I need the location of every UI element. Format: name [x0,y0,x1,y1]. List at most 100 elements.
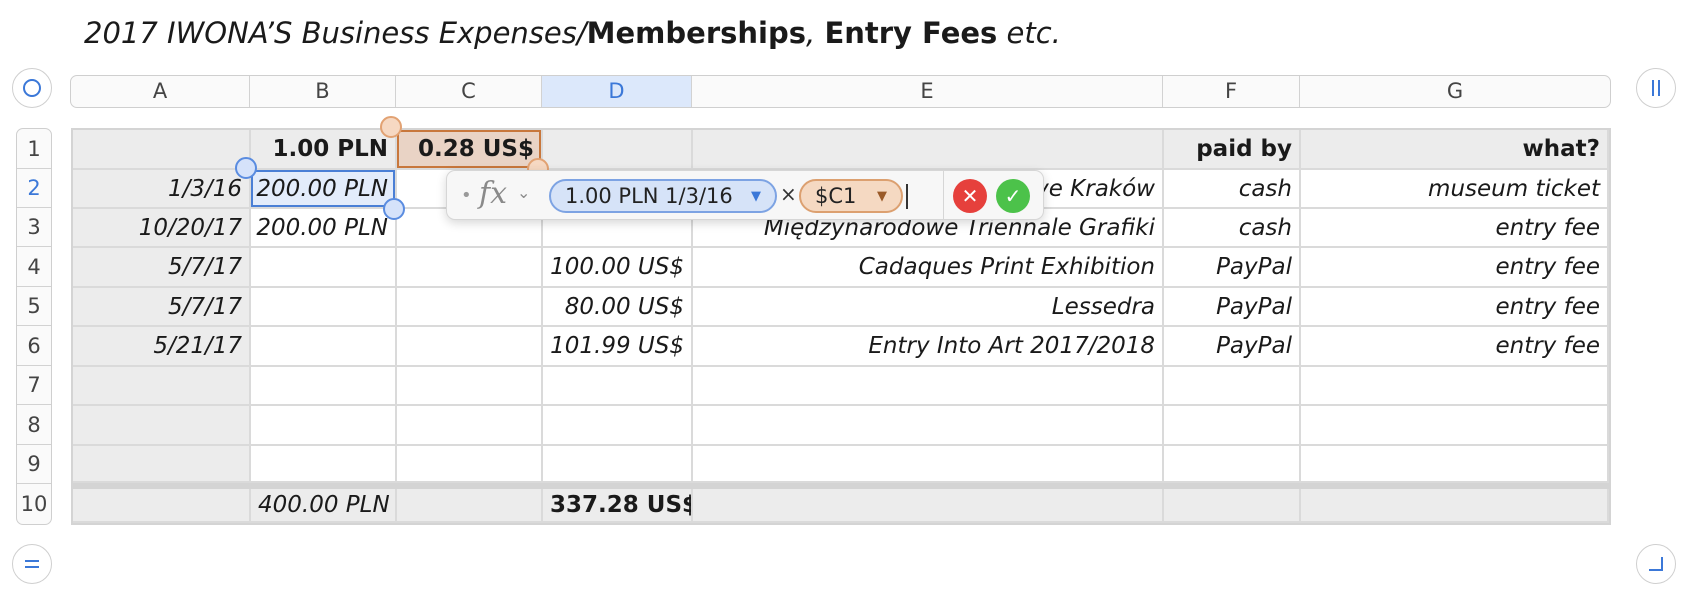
cell-d4[interactable]: 100.00 US$ [543,248,693,288]
cell-a10[interactable] [73,489,251,523]
drag-dot-icon[interactable]: • [461,185,472,206]
cell-g7[interactable] [1301,367,1609,406]
cell-a5[interactable]: 5/7/17 [73,288,251,327]
column-header-g[interactable]: G [1300,76,1610,107]
cell-g8[interactable] [1301,406,1609,446]
cell-b1[interactable]: 1.00 PLN [251,130,397,170]
row-header-4[interactable]: 4 [17,247,51,287]
row-header-6[interactable]: 6 [17,326,51,366]
cell-g9[interactable] [1301,446,1609,483]
cell-a4[interactable]: 5/7/17 [73,248,251,288]
cell-c5[interactable] [397,288,543,327]
row-header-1[interactable]: 1 [17,129,51,169]
column-header-f[interactable]: F [1163,76,1300,107]
cell-d8[interactable] [543,406,693,446]
cell-b3[interactable]: 200.00 PLN [251,209,397,248]
triangle-down-icon[interactable]: ▼ [877,189,887,204]
cell-a8[interactable] [73,406,251,446]
cell-g10[interactable] [1301,489,1609,523]
cell-e10[interactable] [693,489,1164,523]
cell-e1[interactable] [693,130,1164,170]
cell-g1[interactable]: what? [1301,130,1609,170]
cell-c10[interactable] [397,489,543,523]
cell-g3[interactable]: entry fee [1301,209,1609,248]
cell-b7[interactable] [251,367,397,406]
cell-f8[interactable] [1164,406,1301,446]
accept-formula-button[interactable]: ✓ [996,179,1030,213]
cell-f1[interactable]: paid by [1164,130,1301,170]
cancel-formula-button[interactable]: ✕ [953,179,987,213]
cell-d1[interactable] [543,130,693,170]
row-header-10[interactable]: 10 [17,484,51,524]
cell-b5[interactable] [251,288,397,327]
cell-f3[interactable]: cash [1164,209,1301,248]
row-header-5[interactable]: 5 [17,287,51,326]
row-header-2[interactable]: 2 [17,169,51,208]
cell-b9[interactable] [251,446,397,483]
cell-g5[interactable]: entry fee [1301,288,1609,327]
column-header-a[interactable]: A [71,76,250,107]
cell-c9[interactable] [397,446,543,483]
cell-b4[interactable] [251,248,397,288]
column-header-e[interactable]: E [692,76,1163,107]
checkmark-icon: ✓ [1004,184,1022,208]
cell-a1[interactable] [73,130,251,170]
cell-f9[interactable] [1164,446,1301,483]
cell-d9[interactable] [543,446,693,483]
cell-d6[interactable]: 101.99 US$ [543,327,693,367]
cell-c4[interactable] [397,248,543,288]
cell-c1[interactable]: 0.28 US$ [397,130,543,170]
cell-g4[interactable]: entry fee [1301,248,1609,288]
resize-table-button[interactable] [1636,544,1676,584]
cell-e9[interactable] [693,446,1164,483]
table-select-button[interactable] [12,68,52,108]
cell-e5[interactable]: Lessedra [693,288,1164,327]
cell-e4[interactable]: Cadaques Print Exhibition [693,248,1164,288]
add-row-button[interactable] [12,544,52,584]
row-header-9[interactable]: 9 [17,445,51,484]
cell-f4[interactable]: PayPal [1164,248,1301,288]
cell-f10[interactable] [1164,489,1301,523]
column-header-c[interactable]: C [396,76,542,107]
range-handle-top[interactable] [235,157,257,179]
formula-token-reference[interactable]: 1.00 PLN 1/3/16 ▼ [549,179,777,213]
cell-f6[interactable]: PayPal [1164,327,1301,367]
function-icon[interactable]: fx [479,176,507,211]
row-header-3[interactable]: 3 [17,208,51,247]
cell-a9[interactable] [73,446,251,483]
cell-b8[interactable] [251,406,397,446]
reference-handle-top[interactable] [380,116,402,138]
cell-g6[interactable]: entry fee [1301,327,1609,367]
cell-e8[interactable] [693,406,1164,446]
row-header-7[interactable]: 7 [17,366,51,405]
formula-token-absolute[interactable]: $C1 ▼ [799,179,903,213]
triangle-down-icon[interactable]: ▼ [751,189,761,204]
cell-a6[interactable]: 5/21/17 [73,327,251,367]
cell-d7[interactable] [543,367,693,406]
column-header-b[interactable]: B [250,76,396,107]
cell-f7[interactable] [1164,367,1301,406]
column-header-d[interactable]: D [542,76,692,107]
cell-c7[interactable] [397,367,543,406]
cell-c8[interactable] [397,406,543,446]
cell-b2[interactable]: 200.00 PLN [251,170,397,209]
cell-c6[interactable] [397,327,543,367]
cell-e6[interactable]: Entry Into Art 2017/2018 [693,327,1164,367]
cell-b10[interactable]: 400.00 PLN [251,489,397,523]
cell-a7[interactable] [73,367,251,406]
cell-f5[interactable]: PayPal [1164,288,1301,327]
chevron-down-icon[interactable]: ⌄ [517,183,530,202]
cell-d10[interactable]: 337.28 US$ [543,489,693,523]
cell-f2[interactable]: cash [1164,170,1301,209]
cell-d5[interactable]: 80.00 US$ [543,288,693,327]
add-column-button[interactable] [1636,68,1676,108]
cell-e7[interactable] [693,367,1164,406]
cell-a2[interactable]: 1/3/16 [73,170,251,209]
text-caret [906,184,908,209]
formula-editor[interactable]: • fx ⌄ 1.00 PLN 1/3/16 ▼ × $C1 ▼ ✕ ✓ [446,170,1044,220]
range-handle-bottom[interactable] [383,198,405,220]
row-header-8[interactable]: 8 [17,405,51,445]
cell-g2[interactable]: museum ticket [1301,170,1609,209]
cell-b6[interactable] [251,327,397,367]
cell-a3[interactable]: 10/20/17 [73,209,251,248]
